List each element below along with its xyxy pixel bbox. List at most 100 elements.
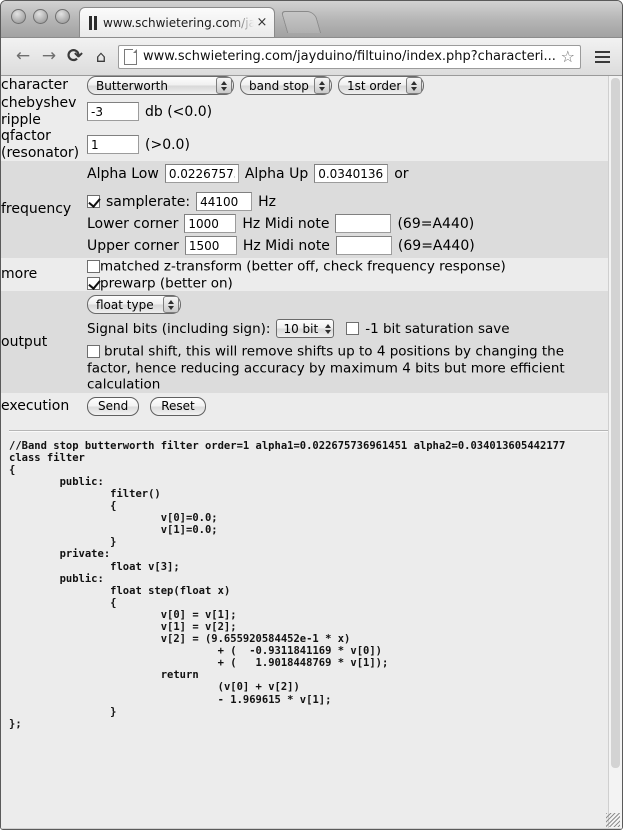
ripple-input[interactable] (87, 102, 139, 122)
prewarp-line: prewarp (better on) (87, 275, 612, 292)
filter-type-select[interactable]: Butterworth (87, 76, 234, 95)
back-icon[interactable]: ← (10, 44, 36, 70)
url-text: www.schwietering.com/jayduino/filtuino/i… (143, 49, 556, 64)
order-select[interactable]: 1st order (337, 76, 425, 95)
lower-corner-input[interactable] (184, 214, 237, 234)
alpha-up-label: Alpha Up (244, 165, 309, 182)
samplerate-input[interactable] (196, 192, 253, 212)
label-chebyshev-line1: chebyshev (1, 95, 77, 111)
row-character: character Butterworth band stop 1st orde… (1, 76, 612, 95)
label-character: character (1, 77, 69, 94)
filter-parameter-form: character Butterworth band stop 1st orde… (1, 76, 612, 420)
minimize-window-button[interactable] (33, 9, 48, 24)
or-text: or (394, 165, 409, 182)
upper-corner-label: Upper corner (87, 237, 179, 254)
bookmark-star-icon[interactable]: ☆ (561, 48, 575, 65)
signal-bits-line: Signal bits (including sign): 10 bit -1 … (87, 319, 612, 339)
close-window-button[interactable] (11, 9, 26, 24)
address-bar[interactable]: www.schwietering.com/jayduino/filtuino/i… (118, 44, 581, 69)
row-execution: execution Send Reset (1, 393, 612, 420)
chevron-updown-icon (323, 320, 332, 337)
label-qfactor: qfactor (resonator) (1, 128, 87, 161)
divider (9, 429, 614, 432)
browser-window: www.schwietering.com/jay × ← → ⟳ ⌂ www.s… (0, 0, 623, 830)
band-select[interactable]: band stop (240, 76, 332, 95)
lower-midi-label: Hz Midi note (242, 215, 330, 232)
page-content: character Butterworth band stop 1st orde… (1, 76, 622, 829)
alpha-low-label: Alpha Low (87, 165, 159, 182)
close-icon[interactable]: × (254, 16, 270, 29)
row-qfactor: qfactor (resonator) (>0.0) (1, 128, 612, 161)
signal-bits-value: 10 bit (283, 321, 319, 336)
send-button[interactable]: Send (87, 396, 140, 416)
saturation-save-label: -1 bit saturation save (365, 320, 510, 337)
tab-title: www.schwietering.com/jay (103, 15, 254, 30)
more-controls: matched z-transform (better off, check f… (87, 258, 612, 291)
reset-button[interactable]: Reset (150, 396, 206, 416)
page-icon (124, 48, 137, 65)
generated-code-block: //Band stop butterworth filter order=1 a… (9, 439, 566, 730)
float-type-select[interactable]: float type (87, 295, 181, 315)
forward-icon[interactable]: → (36, 44, 62, 70)
window-bottom-edge (1, 828, 622, 829)
matched-ztransform-checkbox[interactable] (87, 260, 100, 274)
maximize-window-button[interactable] (55, 9, 70, 24)
scrollbar-thumb[interactable] (611, 78, 620, 768)
home-icon[interactable]: ⌂ (88, 44, 114, 70)
row-frequency: frequency Alpha Low Alpha Up or samplera (1, 161, 612, 259)
upper-corner-input[interactable] (184, 236, 237, 256)
row-output: output float type Signal bits (including… (1, 291, 612, 393)
qfactor-input[interactable] (87, 135, 139, 155)
browser-tab[interactable]: www.schwietering.com/jay × (79, 7, 275, 37)
label-more: more (1, 266, 38, 283)
hamburger-menu-icon[interactable] (591, 46, 613, 68)
saturation-save-checkbox[interactable] (346, 322, 360, 336)
brutal-shift-checkbox[interactable] (87, 345, 100, 359)
samplerate-unit-text: Hz (258, 193, 276, 210)
samplerate-line: samplerate: Hz (87, 192, 612, 212)
upper-a440-text: (69=A440) (397, 237, 475, 254)
execution-controls: Send Reset (87, 393, 612, 420)
alpha-up-input[interactable] (314, 164, 389, 184)
label-qfactor-line2: (resonator) (1, 144, 80, 161)
lower-midi-input[interactable] (335, 214, 392, 234)
order-value: 1st order (346, 78, 402, 93)
tab-strip: www.schwietering.com/jay × (1, 1, 622, 38)
band-value: band stop (249, 78, 309, 93)
upper-midi-input[interactable] (335, 236, 392, 256)
qfactor-controls: (>0.0) (87, 128, 612, 161)
lower-corner-line: Lower corner Hz Midi note (69=A440) (87, 214, 612, 234)
samplerate-label: samplerate: (106, 193, 191, 210)
vertical-scrollbar[interactable] (608, 76, 622, 829)
filter-type-value: Butterworth (96, 78, 168, 93)
browser-toolbar: ← → ⟳ ⌂ www.schwietering.com/jayduino/fi… (1, 38, 622, 76)
prewarp-label: prewarp (better on) (100, 275, 233, 292)
signal-bits-label: Signal bits (including sign): (87, 320, 271, 337)
reload-icon[interactable]: ⟳ (62, 44, 88, 70)
alpha-low-input[interactable] (164, 164, 239, 184)
float-type-value: float type (96, 297, 154, 312)
ripple-unit-text: db (<0.0) (145, 103, 213, 120)
brutal-shift-label: brutal shift, this will remove shifts up… (87, 343, 565, 393)
window-controls (11, 9, 70, 24)
upper-corner-line: Upper corner Hz Midi note (69=A440) (87, 236, 612, 256)
label-qfactor-line1: qfactor (1, 128, 51, 145)
brutal-shift-line: brutal shift, this will remove shifts up… (87, 343, 612, 393)
signal-bits-select[interactable]: 10 bit (276, 319, 335, 339)
resize-grip[interactable] (606, 813, 620, 827)
matched-ztransform-line: matched z-transform (better off, check f… (87, 258, 612, 275)
chevron-updown-icon (313, 77, 330, 94)
chevron-updown-icon (216, 77, 232, 94)
samplerate-checkbox[interactable] (87, 195, 100, 209)
label-chebyshev-ripple: chebyshev ripple (1, 95, 87, 128)
upper-midi-label: Hz Midi note (242, 237, 330, 254)
matched-ztransform-label: matched z-transform (better off, check f… (100, 258, 506, 275)
prewarp-checkbox[interactable] (87, 276, 100, 290)
label-frequency: frequency (1, 161, 87, 259)
frequency-controls: Alpha Low Alpha Up or samplerate: Hz (87, 161, 612, 259)
character-controls: Butterworth band stop 1st order (87, 76, 612, 95)
alpha-line: Alpha Low Alpha Up or (87, 164, 612, 184)
chebyshev-controls: db (<0.0) (87, 95, 612, 128)
row-chebyshev-ripple: chebyshev ripple db (<0.0) (1, 95, 612, 128)
new-tab-button[interactable] (280, 11, 322, 33)
